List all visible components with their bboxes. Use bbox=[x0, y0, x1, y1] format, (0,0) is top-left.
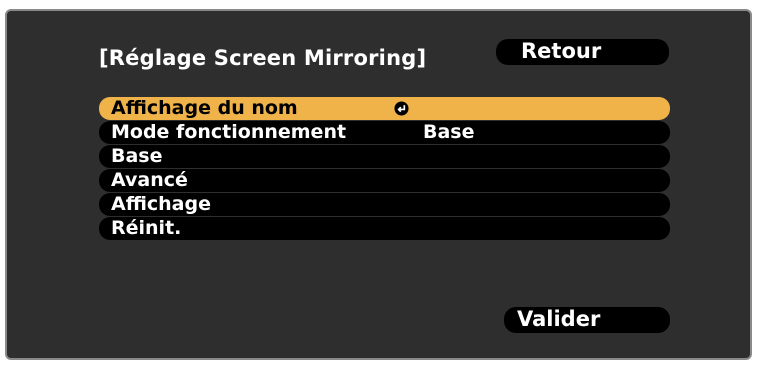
back-button[interactable]: Retour bbox=[496, 39, 669, 65]
menu-item-advanced[interactable]: Avancé bbox=[99, 169, 670, 192]
settings-screen: [Réglage Screen Mirroring] Retour Affich… bbox=[5, 9, 752, 360]
menu-item-label: Réinit. bbox=[111, 217, 182, 239]
menu-item-reset[interactable]: Réinit. bbox=[99, 217, 670, 240]
menu-item-display[interactable]: Affichage bbox=[99, 193, 670, 216]
menu-item-display-name[interactable]: Affichage du nom bbox=[99, 97, 670, 120]
menu-item-label: Mode fonctionnement bbox=[111, 121, 347, 143]
menu-item-label: Avancé bbox=[111, 169, 188, 191]
settings-menu: Affichage du nom Mode fonctionnement Bas… bbox=[99, 97, 670, 241]
menu-item-label: Base bbox=[111, 145, 163, 167]
confirm-button[interactable]: Valider bbox=[504, 307, 670, 333]
menu-item-label: Affichage bbox=[111, 193, 211, 215]
page-title: [Réglage Screen Mirroring] bbox=[99, 46, 427, 70]
menu-item-basic[interactable]: Base bbox=[99, 145, 670, 168]
enter-icon bbox=[394, 101, 409, 116]
menu-item-label: Affichage du nom bbox=[111, 97, 298, 119]
menu-item-value: Base bbox=[423, 121, 475, 143]
menu-item-operation-mode[interactable]: Mode fonctionnement Base bbox=[99, 121, 670, 144]
